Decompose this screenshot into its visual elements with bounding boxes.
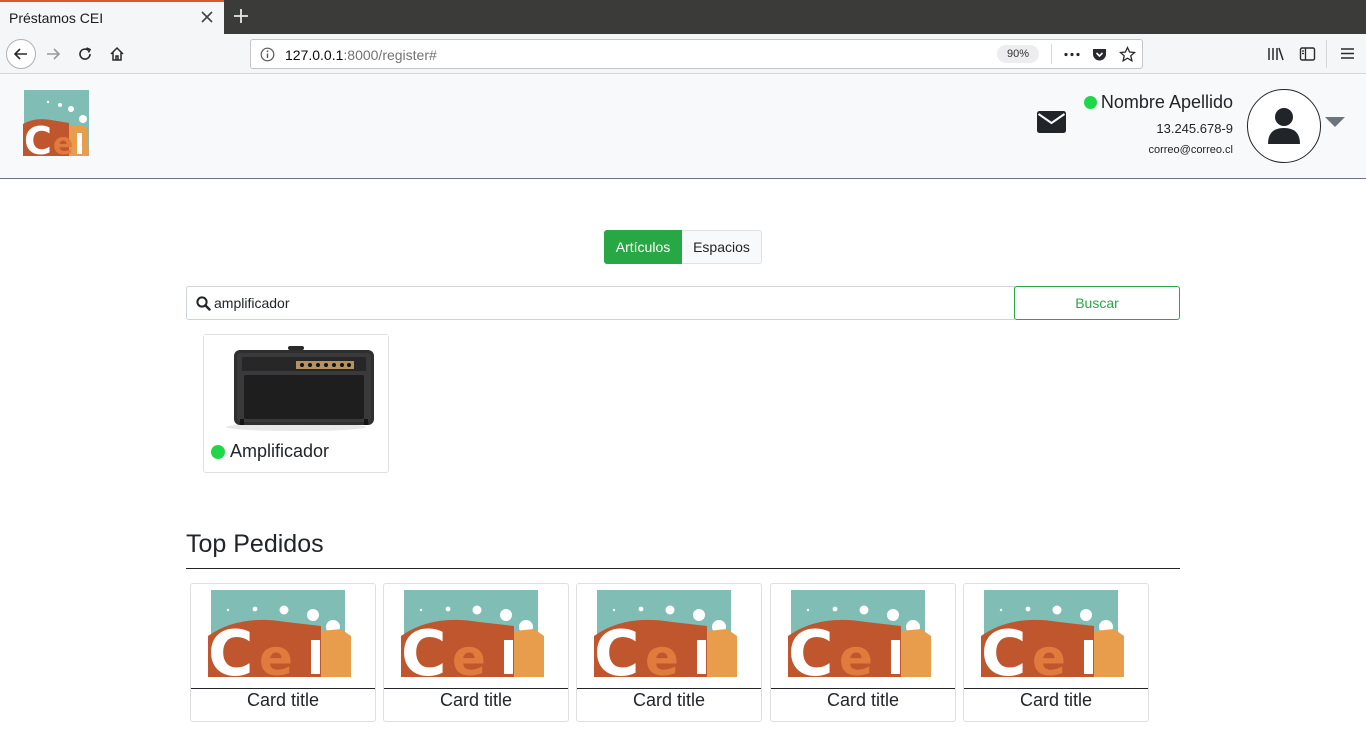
cei-logo-icon: C e: [208, 590, 351, 690]
zoom-badge[interactable]: 90%: [997, 45, 1039, 63]
home-icon: [110, 46, 124, 61]
card-title: Card title: [439, 690, 513, 710]
user-info: Nombre Apellido 13.245.678-9 correo@corr…: [1083, 92, 1233, 156]
card-title: Card title: [246, 690, 320, 710]
card-image: C e: [577, 584, 761, 690]
site-header: C e Nombre Apellido 13.245.678-9 correo@…: [0, 74, 1366, 179]
svg-text:e: e: [839, 629, 873, 687]
svg-text:e: e: [1032, 629, 1066, 687]
svg-text:C: C: [981, 617, 1027, 689]
back-button[interactable]: [6, 39, 36, 69]
home-button[interactable]: [102, 39, 132, 69]
online-status-dot: [1083, 96, 1097, 109]
url-host: 127.0.0.1: [285, 47, 344, 63]
card-image: C e: [191, 584, 375, 690]
user-name: Nombre Apellido: [1100, 92, 1233, 112]
card-image: C e: [384, 584, 568, 690]
search-button[interactable]: Buscar: [1014, 286, 1180, 320]
envelope-icon[interactable]: [1037, 111, 1066, 133]
svg-text:C: C: [24, 119, 52, 158]
top-card[interactable]: C e Card title: [770, 583, 956, 722]
search-input[interactable]: [214, 287, 1004, 319]
user-avatar[interactable]: [1247, 89, 1321, 163]
search-field: [186, 286, 1015, 320]
result-card[interactable]: Amplificador: [203, 334, 389, 473]
library-icon[interactable]: [1267, 46, 1285, 62]
svg-text:e: e: [53, 127, 73, 158]
user-rut: 13.245.678-9: [1156, 121, 1233, 136]
cei-logo-icon: C e: [594, 590, 737, 690]
svg-text:e: e: [645, 629, 679, 687]
arrow-right-icon: [47, 48, 61, 60]
svg-text:C: C: [401, 617, 447, 689]
svg-text:e: e: [452, 629, 486, 687]
browser-tab[interactable]: Préstamos CEI: [0, 0, 224, 34]
top-card[interactable]: C e Card title: [963, 583, 1149, 722]
cei-logo[interactable]: C e: [23, 90, 93, 163]
cei-logo-icon: C e: [401, 590, 544, 690]
cei-logo-icon: C e: [23, 90, 89, 163]
card-image: C e: [964, 584, 1148, 690]
amplifier-picture: [204, 335, 388, 439]
sidebar-icon[interactable]: [1299, 46, 1316, 62]
reload-icon: [79, 47, 92, 60]
available-status-dot: [211, 444, 225, 459]
tab-espacios[interactable]: Espacios: [682, 230, 762, 264]
url-bar[interactable]: 127.0.0.1:8000/register# 90%: [250, 39, 1143, 69]
category-toggle: Artículos Espacios: [604, 230, 762, 264]
hamburger-menu-icon[interactable]: [1340, 46, 1355, 61]
url-text: 127.0.0.1:8000/register#: [285, 47, 437, 63]
url-separator: [1051, 44, 1052, 64]
svg-text:C: C: [208, 617, 254, 689]
svg-text:C: C: [788, 617, 834, 689]
info-icon[interactable]: [260, 47, 275, 62]
arrow-left-icon: [13, 48, 27, 60]
svg-text:e: e: [259, 629, 293, 687]
close-tab-icon[interactable]: [200, 10, 214, 24]
tab-articulos[interactable]: Artículos: [604, 230, 682, 264]
card-title: Card title: [632, 690, 706, 710]
top-card[interactable]: C e Card title: [576, 583, 762, 722]
new-tab-icon[interactable]: [232, 7, 250, 25]
toolbar-separator: [1326, 40, 1327, 68]
result-label: Amplificador: [211, 441, 329, 462]
pocket-icon[interactable]: [1091, 46, 1108, 63]
search-icon: [196, 296, 211, 311]
svg-text:C: C: [594, 617, 640, 689]
bookmark-star-icon[interactable]: [1119, 46, 1136, 63]
user-icon: [1268, 108, 1300, 144]
user-menu-dropdown-icon[interactable]: [1325, 117, 1345, 127]
result-name: Amplificador: [230, 441, 330, 461]
user-email: correo@correo.cl: [1148, 144, 1233, 156]
amplifier-image: [204, 335, 388, 439]
top-card[interactable]: C e Card title: [383, 583, 569, 722]
card-title: Card title: [826, 690, 900, 710]
url-path: :8000/register#: [343, 47, 437, 63]
card-title: Card title: [1019, 690, 1093, 710]
tab-title: Préstamos CEI: [9, 10, 104, 26]
forward-button[interactable]: [38, 39, 68, 69]
card-image: C e: [771, 584, 955, 690]
reload-button[interactable]: [70, 39, 100, 69]
more-actions-icon[interactable]: [1063, 47, 1081, 62]
browser-navbar: 127.0.0.1:8000/register# 90%: [0, 34, 1366, 74]
cei-logo-icon: C e: [788, 590, 931, 690]
top-card[interactable]: C e Card title: [190, 583, 376, 722]
browser-tabbar: Préstamos CEI: [0, 0, 1366, 34]
cei-logo-icon: C e: [981, 590, 1124, 690]
section-title: Top Pedidos: [186, 530, 1180, 569]
user-name-row: Nombre Apellido: [1083, 92, 1233, 113]
